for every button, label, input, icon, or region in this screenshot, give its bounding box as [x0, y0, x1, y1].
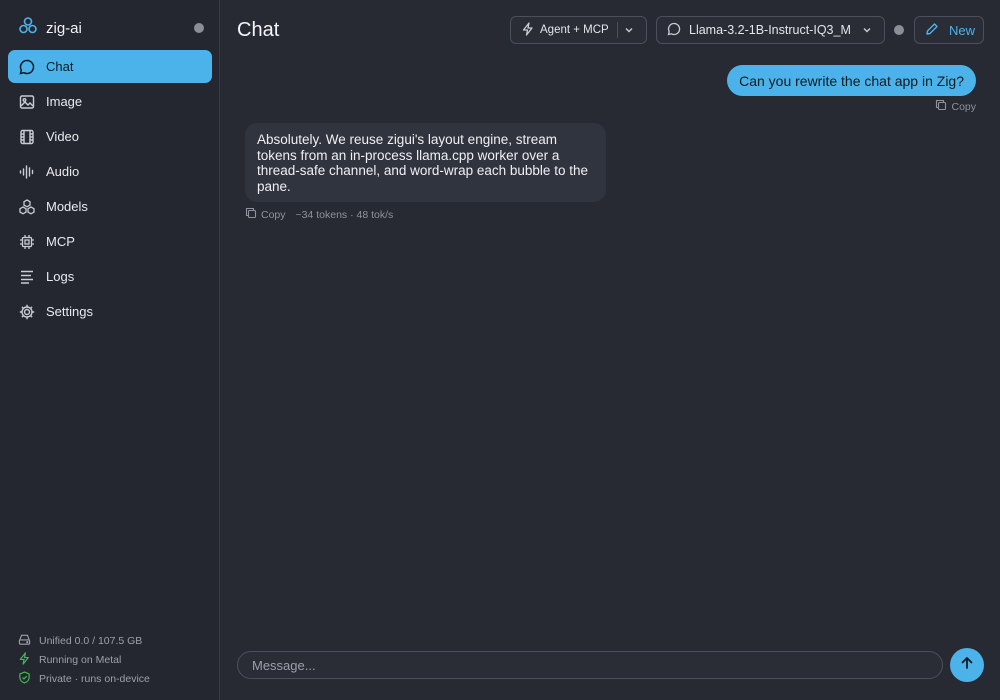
memory-status: Unified 0.0 / 107.5 GB	[18, 631, 208, 650]
chevron-down-icon	[860, 23, 874, 40]
privacy-status: Private · runs on-device	[18, 669, 208, 688]
app-name: zig-ai	[46, 19, 82, 37]
sidebar-item-label: Settings	[46, 304, 93, 319]
message-text: Absolutely. We reuse zigui's layout engi…	[257, 132, 588, 194]
token-stats: ~34 tokens · 48 tok/s	[295, 208, 394, 221]
new-chat-button[interactable]: New	[914, 16, 984, 44]
brand[interactable]: zig-ai	[18, 16, 204, 41]
message-placeholder: Message...	[252, 657, 316, 673]
sidebar-item-label: Video	[46, 129, 80, 144]
memory-text: Unified 0.0 / 107.5 GB	[39, 634, 143, 647]
privacy-text: Private · runs on-device	[39, 672, 150, 685]
copy-button[interactable]: Copy	[935, 99, 976, 114]
copy-label: Copy	[951, 100, 976, 113]
chat-bubble-icon	[18, 58, 36, 76]
image-icon	[18, 93, 36, 111]
sidebar-item-mcp[interactable]: MCP	[8, 225, 212, 258]
chip-icon	[18, 233, 36, 251]
assistant-message-meta: Copy ~34 tokens · 48 tok/s	[245, 207, 393, 222]
page-title: Chat	[237, 19, 280, 41]
user-message-bubble: Can you rewrite the chat app in Zig?	[727, 65, 976, 96]
copy-icon	[935, 99, 951, 114]
backend-status: Running on Metal	[18, 650, 208, 669]
sidebar-item-label: Image	[46, 94, 83, 109]
chevron-down-icon[interactable]	[622, 23, 636, 40]
backend-text: Running on Metal	[39, 653, 122, 666]
arrow-up-icon	[959, 655, 975, 676]
bolt-icon	[521, 21, 535, 39]
chat-bubble-icon	[667, 22, 681, 39]
sidebar-item-label: Chat	[46, 59, 74, 74]
assistant-message-bubble: Absolutely. We reuse zigui's layout engi…	[245, 123, 606, 202]
sidebar-nav: Chat Image Video Audio Models MCP Logs S…	[8, 50, 212, 330]
copy-button[interactable]: Copy	[261, 209, 286, 221]
sidebar-item-chat[interactable]: Chat	[8, 50, 212, 83]
sidebar-item-settings[interactable]: Settings	[8, 295, 212, 328]
new-label: New	[949, 22, 976, 38]
sidebar-footer: Unified 0.0 / 107.5 GB Running on Metal …	[18, 631, 208, 688]
connection-status-dot	[194, 23, 204, 33]
model-status-dot	[894, 25, 904, 35]
sidebar-item-video[interactable]: Video	[8, 120, 212, 153]
agent-mode-label: Agent + MCP	[540, 24, 609, 36]
list-icon	[18, 268, 36, 286]
sidebar: zig-ai Chat Image Video Audio Models MCP…	[0, 0, 220, 700]
sidebar-item-label: Models	[46, 199, 88, 214]
zig-logo-icon	[18, 16, 38, 41]
sidebar-item-label: Audio	[46, 164, 80, 179]
audio-wave-icon	[18, 163, 36, 181]
sidebar-item-logs[interactable]: Logs	[8, 260, 212, 293]
pencil-icon	[925, 22, 939, 39]
drive-icon	[18, 633, 39, 649]
bolt-icon	[18, 651, 39, 668]
message-input[interactable]: Message...	[237, 651, 943, 679]
sidebar-item-models[interactable]: Models	[8, 190, 212, 223]
sidebar-item-audio[interactable]: Audio	[8, 155, 212, 188]
message-text: Can you rewrite the chat app in Zig?	[739, 72, 964, 89]
sidebar-item-label: Logs	[46, 269, 75, 284]
gear-icon	[18, 303, 36, 321]
copy-icon[interactable]	[245, 207, 261, 222]
main-panel: Chat Agent + MCP Llama-3.2-1B-Instruct-I…	[221, 0, 1000, 700]
agent-mode-selector[interactable]: Agent + MCP	[510, 16, 647, 44]
sidebar-item-label: MCP	[46, 234, 75, 249]
model-name: Llama-3.2-1B-Instruct-IQ3_M	[689, 23, 851, 37]
sidebar-item-image[interactable]: Image	[8, 85, 212, 118]
divider	[617, 22, 618, 38]
send-button[interactable]	[950, 648, 984, 682]
film-icon	[18, 128, 36, 146]
shield-check-icon	[18, 671, 39, 687]
cubes-icon	[18, 198, 36, 216]
model-selector[interactable]: Llama-3.2-1B-Instruct-IQ3_M	[656, 16, 885, 44]
